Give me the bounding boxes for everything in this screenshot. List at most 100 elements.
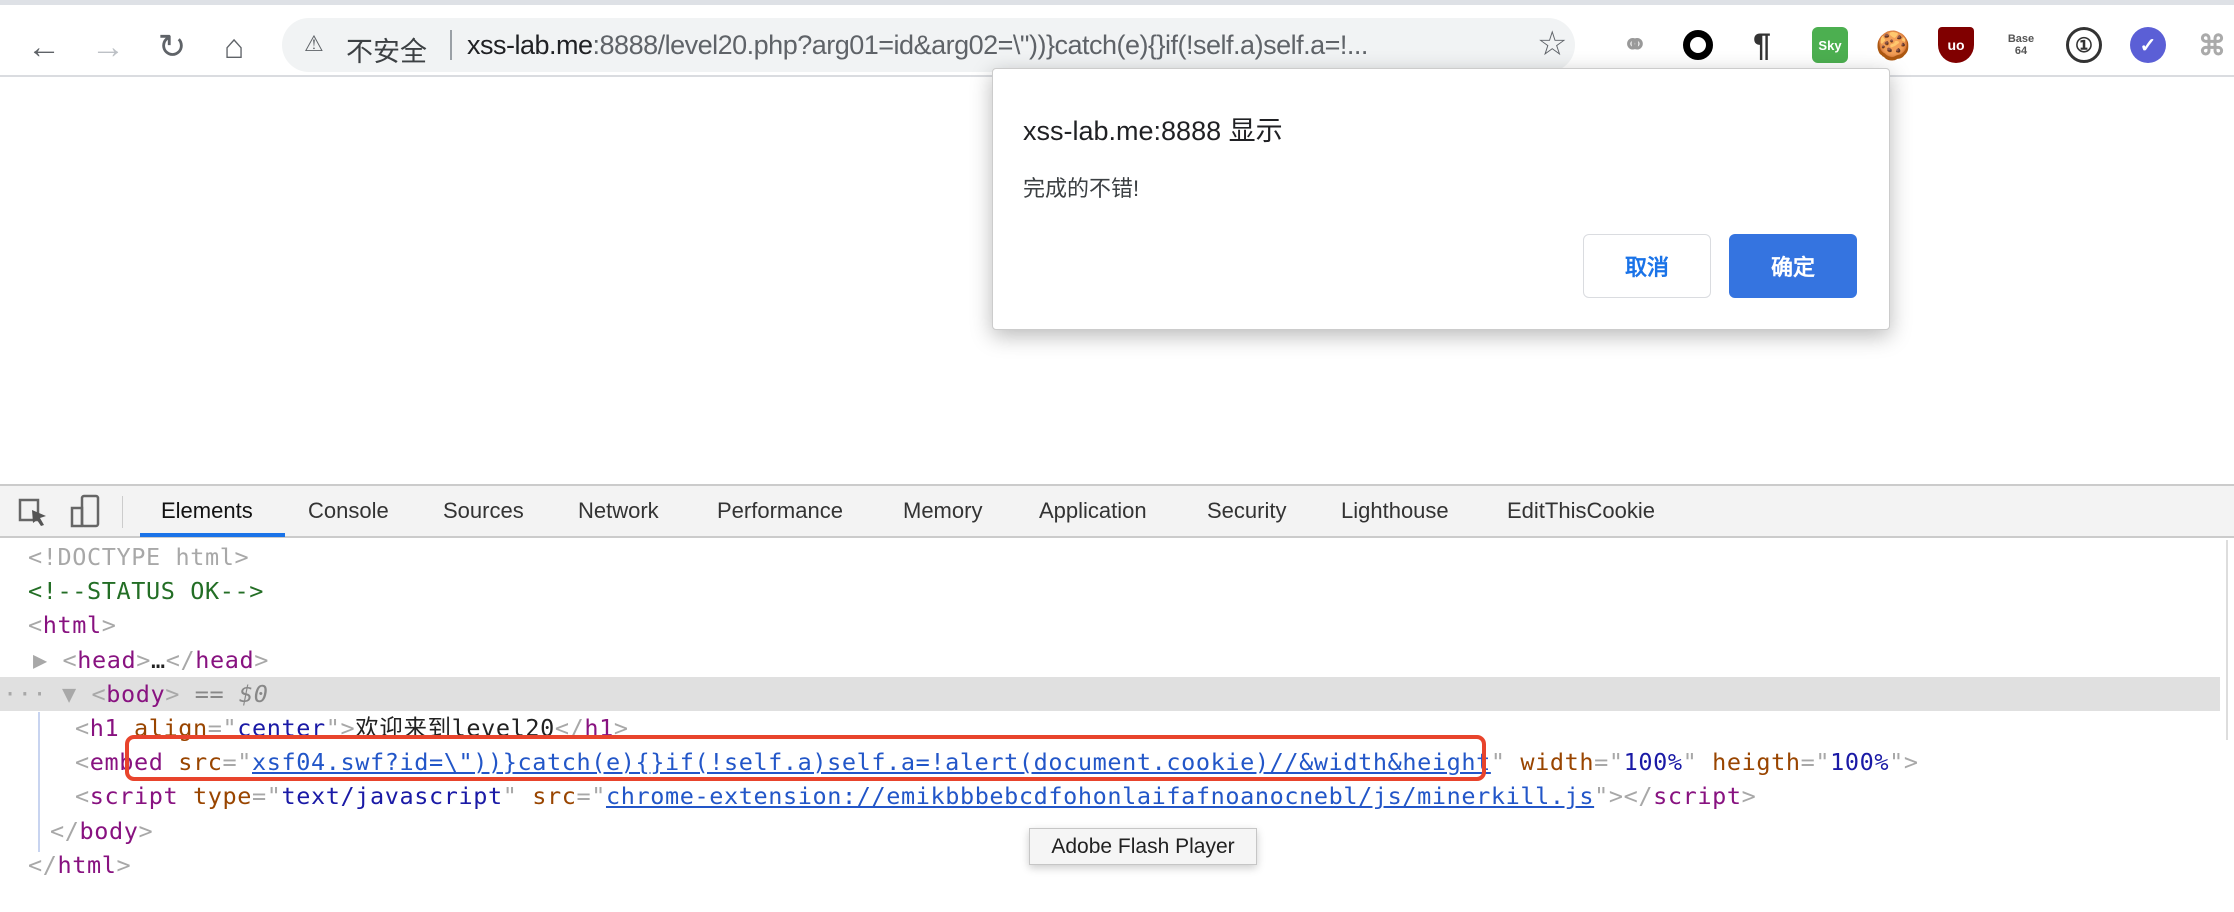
code-token-tag: h1 xyxy=(89,714,120,742)
code-token-tag: body xyxy=(79,816,139,845)
reload-icon[interactable]: ↻ xyxy=(152,27,192,67)
device-toolbar-icon[interactable] xyxy=(68,494,104,530)
code-token-val: 100% xyxy=(1623,748,1683,777)
dom-node-row[interactable]: ▶ <head>…</head> xyxy=(0,643,2220,677)
tab-console[interactable]: Console xyxy=(308,498,389,524)
code-token-br: </ xyxy=(28,850,58,879)
code-token-attr: type xyxy=(178,782,252,811)
toolbar-divider xyxy=(122,496,123,528)
code-token-br: </ xyxy=(50,816,80,845)
home-icon[interactable]: ⌂ xyxy=(214,27,254,67)
code-token-tag: html xyxy=(57,850,117,879)
flash-player-tooltip: Adobe Flash Player xyxy=(1029,828,1257,865)
code-token-br: > xyxy=(165,679,180,708)
code-token-br: ··· ▼ xyxy=(3,679,92,708)
code-token-br: </ xyxy=(165,645,196,674)
active-tab-indicator xyxy=(140,533,285,537)
url-text[interactable]: xss-lab.me:8888/level20.php?arg01=id&arg… xyxy=(467,30,1368,61)
devtools-tab-bar: Elements Console Sources Network Performance… xyxy=(0,486,2234,538)
code-token-br: < xyxy=(75,782,90,811)
code-token-br: " xyxy=(1490,748,1506,777)
code-token-txt: … xyxy=(151,645,166,674)
code-token-br: > xyxy=(136,645,151,674)
code-token-doc: <!DOCTYPE html> xyxy=(28,543,250,571)
dom-node-row[interactable]: <script type="text/javascript" src="chro… xyxy=(0,779,2220,813)
code-token-attr: heigth xyxy=(1697,748,1801,777)
url-path: :8888/level20.php?arg01=id&arg02=\"))}ca… xyxy=(592,30,1369,60)
code-token-br: < xyxy=(62,645,78,674)
tab-network[interactable]: Network xyxy=(578,498,659,524)
code-token-attr: src xyxy=(517,782,577,811)
separator xyxy=(450,30,452,60)
code-token-br: > xyxy=(254,645,269,674)
code-token-tag: script xyxy=(89,782,179,811)
scrollbar[interactable] xyxy=(2226,540,2228,740)
sky-extension-icon[interactable]: Sky xyxy=(1812,27,1848,63)
alert-dialog: xss-lab.me:8888 显示 完成的不错! 取消 确定 xyxy=(992,68,1890,330)
dom-node-row[interactable]: <html> xyxy=(0,608,2220,642)
code-token-br: < xyxy=(28,611,43,640)
code-token-tag: body xyxy=(106,679,166,708)
url-host: xss-lab.me xyxy=(467,30,593,60)
code-token-tag: script xyxy=(1653,782,1742,811)
warning-icon[interactable]: ⚠ xyxy=(304,31,324,57)
chain-extension-icon[interactable]: ⚭ xyxy=(1617,27,1653,63)
ublock-extension-icon[interactable]: uo xyxy=(1938,27,1974,63)
code-token-tag: html xyxy=(42,611,102,640)
code-token-tag: head xyxy=(77,645,137,674)
check-extension-icon[interactable]: ✓ xyxy=(2130,27,2166,63)
code-token-br: < xyxy=(91,679,107,708)
code-token-br: =" xyxy=(576,782,606,811)
cookie-extension-icon[interactable]: 🍪 xyxy=(1875,27,1911,63)
base64-extension-icon[interactable]: Base 64 xyxy=(2003,27,2039,63)
security-label[interactable]: 不安全 xyxy=(346,30,427,69)
pilcrow-extension-icon[interactable]: ¶ xyxy=(1744,27,1780,63)
code-token-br: < xyxy=(75,714,90,742)
code-token-br: =" xyxy=(1800,748,1831,777)
bookmark-star-icon[interactable]: ☆ xyxy=(1537,24,1567,64)
1password-extension-icon[interactable]: ① xyxy=(2066,27,2102,63)
address-bar[interactable]: ⚠ 不安全 xss-lab.me:8888/level20.php?arg01=… xyxy=(282,18,1575,72)
tab-memory[interactable]: Memory xyxy=(903,498,982,524)
puzzle-extension-icon[interactable]: ⌘ xyxy=(2194,27,2230,63)
code-token-val: text/javascript xyxy=(281,782,503,811)
code-token-br: > xyxy=(101,611,117,640)
code-token-br: </ xyxy=(1623,782,1654,811)
forward-arrow-icon[interactable]: → xyxy=(88,27,128,67)
tab-editthiscookie[interactable]: EditThisCookie xyxy=(1507,498,1655,524)
code-token-br: =" xyxy=(252,782,282,811)
code-token-br: " xyxy=(1682,748,1698,777)
code-token-val: 100% xyxy=(1830,748,1890,777)
circle-extension-icon[interactable] xyxy=(1683,30,1713,60)
tab-security[interactable]: Security xyxy=(1207,498,1286,524)
attribute-link[interactable]: chrome-extension://emikbbbebcdfohonlaifa… xyxy=(606,782,1594,810)
tree-guide-line xyxy=(38,712,40,852)
code-token-br: < xyxy=(75,748,90,777)
tab-elements[interactable]: Elements xyxy=(161,498,253,524)
dom-node-row[interactable]: <!DOCTYPE html> xyxy=(0,540,2220,574)
code-token-br: > xyxy=(116,850,132,879)
tab-performance[interactable]: Performance xyxy=(717,498,843,524)
tab-lighthouse[interactable]: Lighthouse xyxy=(1341,498,1449,524)
back-arrow-icon[interactable]: ← xyxy=(24,27,64,67)
ok-button[interactable]: 确定 xyxy=(1729,234,1857,298)
browser-toolbar: ← → ↻ ⌂ ⚠ 不安全 xss-lab.me:8888/level20.ph… xyxy=(0,5,2234,77)
cancel-button[interactable]: 取消 xyxy=(1583,234,1711,298)
code-token-br: "> xyxy=(1889,748,1919,777)
dialog-title: xss-lab.me:8888 显示 xyxy=(1023,116,1283,146)
tab-sources[interactable]: Sources xyxy=(443,498,524,524)
dialog-message: 完成的不错! xyxy=(1023,176,1140,201)
code-token-dim: == $0 xyxy=(180,679,269,708)
code-token-br: > xyxy=(138,816,154,845)
code-token-br: > xyxy=(1741,782,1757,811)
inspect-element-icon[interactable] xyxy=(18,498,52,528)
code-token-cm: <!--STATUS OK--> xyxy=(28,577,264,606)
code-token-br: =" xyxy=(1594,748,1624,777)
dom-node-row[interactable]: <!--STATUS OK--> xyxy=(0,574,2220,608)
code-token-attr: width xyxy=(1505,748,1595,777)
tab-application[interactable]: Application xyxy=(1039,498,1147,524)
dom-node-row-selected[interactable]: ··· ▼ <body> == $0 xyxy=(0,676,2220,711)
code-token-tag: head xyxy=(195,645,255,674)
highlight-annotation-box xyxy=(125,735,1486,781)
code-token-br: " xyxy=(502,782,518,811)
